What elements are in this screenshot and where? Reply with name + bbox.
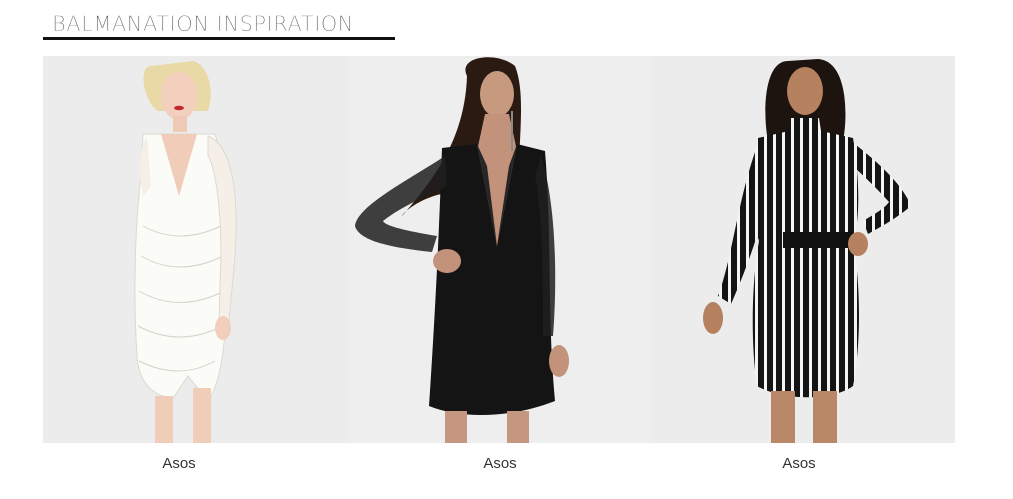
section-heading: BALMANATION INSPIRATION (52, 12, 355, 36)
product-image-striped-bodycon-dress[interactable] (653, 56, 955, 443)
heading-underline (43, 37, 395, 40)
product-image-black-tuxedo-dress[interactable] (347, 56, 653, 443)
product-caption[interactable]: Asos (483, 455, 516, 472)
product-image-white-lace-dress[interactable] (43, 56, 347, 443)
product-caption[interactable]: Asos (162, 455, 195, 472)
product-caption[interactable]: Asos (782, 455, 815, 472)
